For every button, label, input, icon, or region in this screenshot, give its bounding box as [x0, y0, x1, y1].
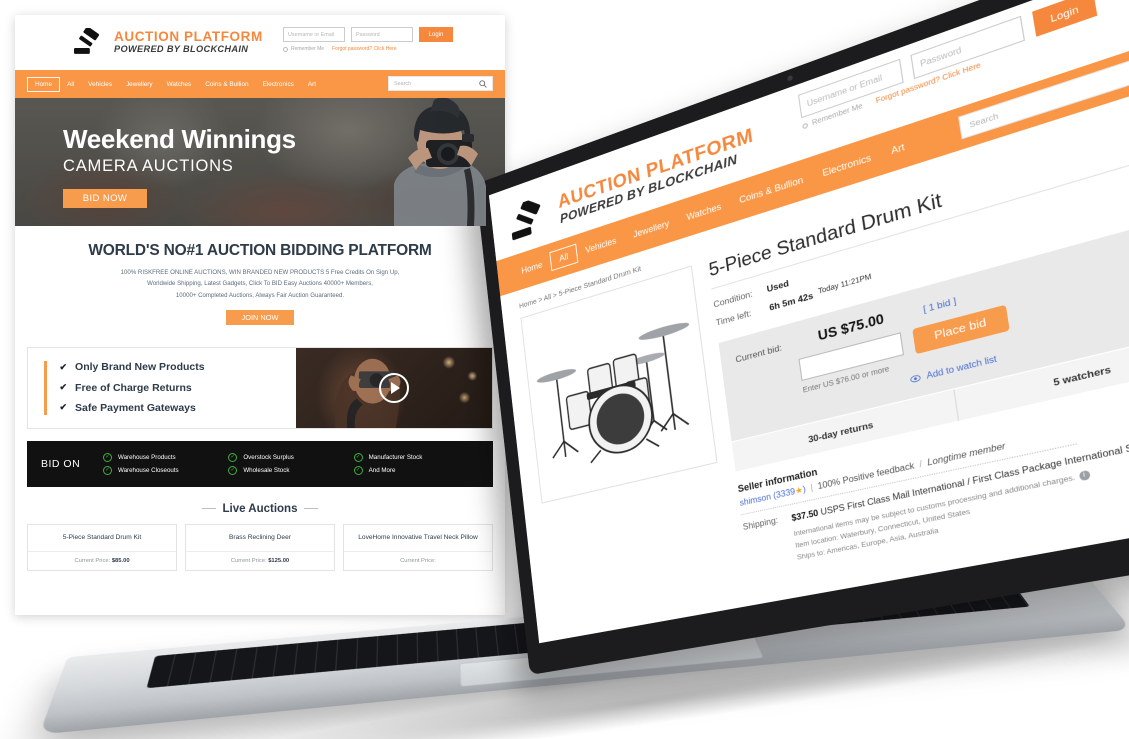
- hero-title: Weekend Winnings: [63, 124, 296, 155]
- shipping-label: Shipping:: [742, 512, 798, 574]
- checkbox-icon: [802, 123, 808, 130]
- screenshot-stage: AUCTION PLATFORM POWERED BY BLOCKCHAIN U…: [0, 0, 1129, 739]
- shipping-price: $37.50: [791, 508, 819, 523]
- product-image[interactable]: [520, 265, 717, 503]
- bid-now-button[interactable]: BID NOW: [63, 189, 147, 208]
- nav-item-home[interactable]: Home: [513, 253, 552, 282]
- search-placeholder: Search: [969, 111, 999, 130]
- nav-item-watches[interactable]: Watches: [677, 194, 732, 229]
- bid-count-link[interactable]: [ 1 bid ]: [922, 295, 957, 315]
- info-icon[interactable]: i: [1078, 470, 1090, 481]
- photographer-image: [374, 98, 499, 226]
- accent-bar: [44, 361, 47, 415]
- laptop-lid: AUCTION PLATFORM POWERED BY BLOCKCHAIN U…: [475, 0, 1129, 675]
- nav-item-all[interactable]: All: [549, 244, 578, 272]
- seller-name-end[interactable]: ): [802, 484, 806, 494]
- nav-item-home[interactable]: Home: [27, 77, 60, 92]
- laptop-screen: AUCTION PLATFORM POWERED BY BLOCKCHAIN U…: [489, 0, 1129, 643]
- nav-item-jewellery[interactable]: Jewellery: [624, 212, 679, 247]
- nav-item-art[interactable]: Art: [880, 134, 917, 164]
- hero-subtitle: CAMERA AUCTIONS: [63, 157, 296, 176]
- drum-kit-image: [531, 288, 704, 482]
- current-bid-label: Current bid:: [735, 342, 783, 365]
- gavel-icon: [506, 194, 552, 247]
- eye-icon: [910, 373, 922, 383]
- webcam-icon: [787, 75, 793, 82]
- nav-item-vehicles[interactable]: Vehicles: [576, 229, 626, 262]
- hero-content: Weekend Winnings CAMERA AUCTIONS BID NOW: [63, 124, 296, 208]
